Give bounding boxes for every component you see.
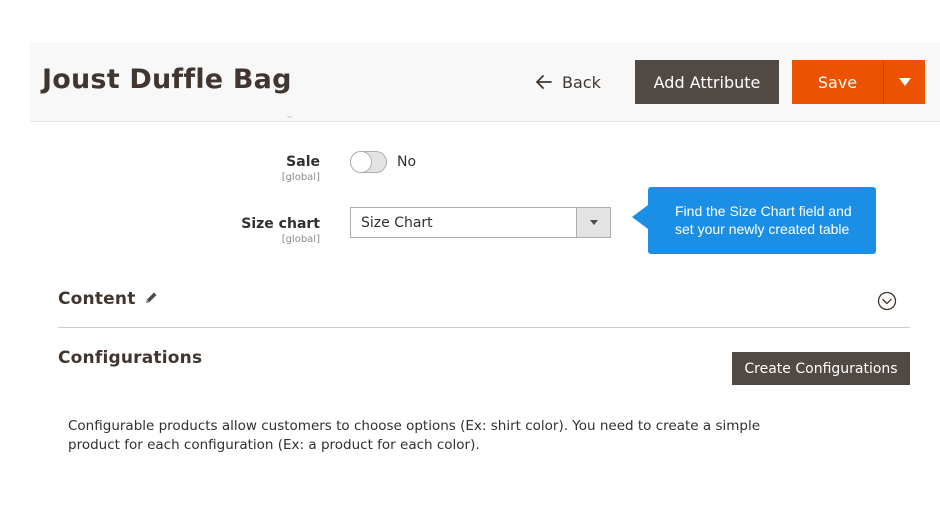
sale-scope: [global] bbox=[281, 172, 320, 183]
add-attribute-button[interactable]: Add Attribute bbox=[635, 60, 779, 104]
back-button[interactable]: Back bbox=[536, 70, 601, 94]
scrolled-content-remnant bbox=[287, 112, 292, 118]
caret-down-icon bbox=[898, 73, 911, 91]
size-chart-select[interactable]: Size Chart bbox=[350, 207, 611, 238]
arrow-left-icon bbox=[536, 75, 552, 89]
size-chart-label: Size chart bbox=[241, 216, 320, 232]
back-button-label: Back bbox=[562, 72, 601, 92]
save-button-group: Save bbox=[792, 60, 925, 104]
sale-toggle[interactable] bbox=[350, 151, 387, 173]
size-chart-selected-value: Size Chart bbox=[361, 215, 433, 231]
save-button[interactable]: Save bbox=[792, 60, 883, 104]
sale-label: Sale bbox=[286, 154, 320, 170]
pencil-icon[interactable] bbox=[144, 291, 158, 310]
chevron-down-circle-icon[interactable] bbox=[877, 291, 897, 316]
tooltip-line-1: Find the Size Chart field and bbox=[675, 203, 852, 219]
sale-toggle-text: No bbox=[397, 154, 417, 170]
configurations-section-title[interactable]: Configurations bbox=[58, 348, 202, 368]
tooltip-line-2: set your newly created table bbox=[675, 221, 850, 237]
content-section-title[interactable]: Content bbox=[58, 289, 136, 309]
toggle-knob bbox=[350, 151, 372, 173]
page-header: Joust Duffle Bag Back Add Attribute Save bbox=[30, 42, 940, 122]
create-configurations-button[interactable]: Create Configurations bbox=[732, 352, 910, 385]
section-divider bbox=[58, 327, 910, 328]
guide-tooltip: Find the Size Chart field and set your n… bbox=[632, 187, 876, 254]
page-title: Joust Duffle Bag bbox=[42, 64, 292, 95]
caret-down-icon bbox=[576, 208, 610, 237]
save-dropdown-toggle[interactable] bbox=[883, 60, 925, 104]
configurations-description-line-1: Configurable products allow customers to… bbox=[68, 418, 761, 434]
size-chart-scope: [global] bbox=[281, 234, 320, 245]
configurations-description: Configurable products allow customers to… bbox=[68, 417, 768, 455]
configurations-description-line-2: product for each configuration (Ex: a pr… bbox=[68, 437, 480, 453]
